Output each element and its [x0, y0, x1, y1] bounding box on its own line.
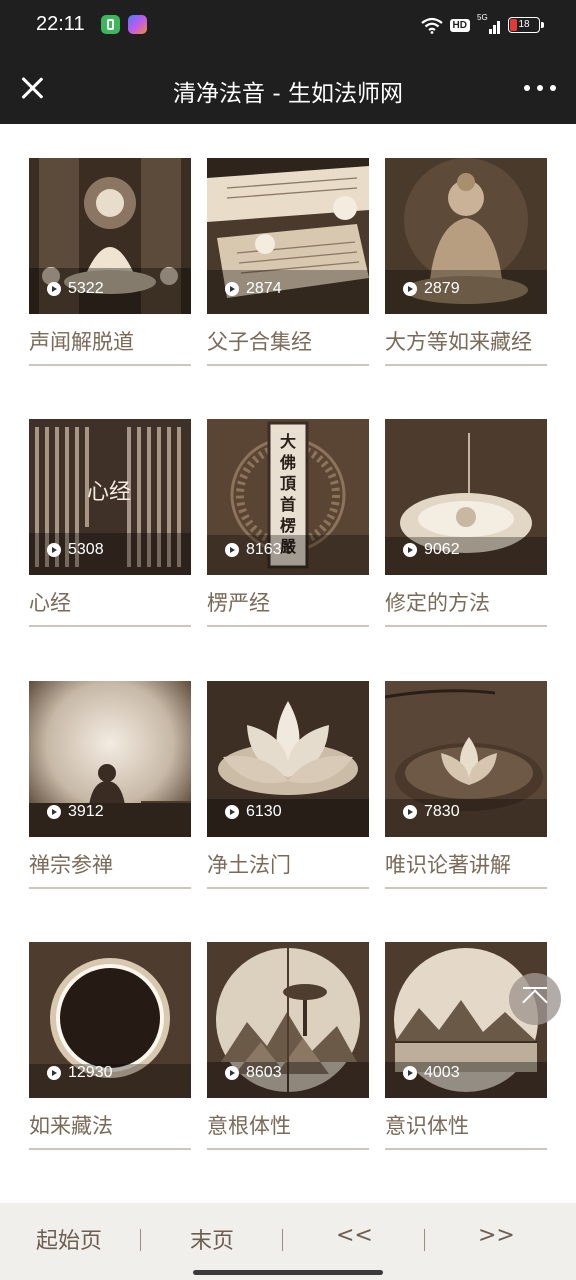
play-count: 6130: [225, 803, 282, 821]
play-count: 8163: [225, 541, 282, 559]
play-icon: [225, 282, 239, 296]
battery-icon: 18: [508, 17, 544, 33]
album-card[interactable]: 3912 禅宗参禅: [29, 681, 191, 889]
album-card[interactable]: 4003 意识体性: [385, 942, 547, 1150]
app-notification-icon: [128, 15, 147, 34]
album-title[interactable]: 禅宗参禅: [29, 849, 191, 889]
last-page-link[interactable]: 末页: [190, 1223, 234, 1255]
play-count: 7830: [403, 803, 460, 821]
heart-sutra-label: 心经: [87, 480, 131, 505]
album-thumbnail[interactable]: 2874: [207, 158, 369, 314]
play-count: 3912: [47, 803, 104, 821]
album-title[interactable]: 楞严经: [207, 587, 369, 627]
album-card[interactable]: 大 佛 頂 首 楞 嚴 8163 楞严经: [207, 419, 369, 627]
play-count: 8603: [225, 1064, 282, 1082]
album-thumbnail[interactable]: 9062: [385, 419, 547, 575]
album-title[interactable]: 心经: [29, 587, 191, 627]
play-count: 12930: [47, 1064, 113, 1082]
pagination-bar: 起始页 末页 << >>: [0, 1203, 576, 1280]
play-count: 9062: [403, 541, 460, 559]
signal-type: 5G: [477, 13, 488, 22]
scroll-to-top-button[interactable]: [509, 973, 561, 1025]
previous-page-link[interactable]: <<: [336, 1223, 373, 1248]
album-thumbnail[interactable]: 6130: [207, 681, 369, 837]
album-card[interactable]: 12930 如来藏法: [29, 942, 191, 1150]
album-title[interactable]: 净土法门: [207, 849, 369, 889]
album-card[interactable]: 6130 净土法门: [207, 681, 369, 889]
play-count: 5308: [47, 541, 104, 559]
album-card[interactable]: 2879 大方等如来藏经: [385, 158, 547, 366]
album-thumbnail[interactable]: 5322: [29, 158, 191, 314]
album-title[interactable]: 声闻解脱道: [29, 326, 191, 366]
play-icon: [47, 282, 61, 296]
status-time: 22:11: [36, 13, 85, 35]
album-thumbnail[interactable]: 大 佛 頂 首 楞 嚴 8163: [207, 419, 369, 575]
album-card[interactable]: 心经 5308 心经: [29, 419, 191, 627]
album-thumbnail[interactable]: 2879: [385, 158, 547, 314]
play-icon: [403, 282, 417, 296]
status-bar: 22:11 HD 5G 18: [0, 0, 576, 52]
play-count: 2874: [225, 280, 282, 298]
surangama-title-char: 首: [280, 495, 296, 514]
title-bar: 清净法音 - 生如法师网: [0, 52, 576, 124]
album-card[interactable]: 7830 唯识论著讲解: [385, 681, 547, 889]
home-indicator[interactable]: [193, 1270, 383, 1275]
album-thumbnail[interactable]: 7830: [385, 681, 547, 837]
play-icon: [403, 543, 417, 557]
album-title[interactable]: 意识体性: [385, 1110, 547, 1150]
play-icon: [403, 1066, 417, 1080]
play-icon: [47, 1066, 61, 1080]
surangama-title-char: 頂: [280, 474, 297, 493]
play-icon: [225, 543, 239, 557]
album-thumbnail[interactable]: 3912: [29, 681, 191, 837]
album-thumbnail[interactable]: 8603: [207, 942, 369, 1098]
next-page-link[interactable]: >>: [478, 1223, 515, 1248]
surangama-title-char: 佛: [279, 453, 296, 472]
status-indicators: HD 5G 18: [420, 13, 544, 36]
album-title[interactable]: 唯识论著讲解: [385, 849, 547, 889]
album-card[interactable]: 2874 父子合集经: [207, 158, 369, 366]
battery-app-icon: [101, 15, 120, 34]
pager-divider: [140, 1229, 141, 1251]
signal-icon: 5G: [477, 13, 501, 34]
play-icon: [225, 805, 239, 819]
album-card[interactable]: 8603 意根体性: [207, 942, 369, 1150]
battery-level: 18: [518, 19, 530, 30]
album-card[interactable]: 9062 修定的方法: [385, 419, 547, 627]
play-count: 5322: [47, 280, 104, 298]
album-thumbnail[interactable]: 心经 5308: [29, 419, 191, 575]
play-icon: [47, 805, 61, 819]
pager-divider: [424, 1229, 425, 1251]
album-title[interactable]: 修定的方法: [385, 587, 547, 627]
album-title[interactable]: 意根体性: [207, 1110, 369, 1150]
album-card[interactable]: 5322 声闻解脱道: [29, 158, 191, 366]
album-thumbnail[interactable]: 12930: [29, 942, 191, 1098]
play-icon: [47, 543, 61, 557]
play-count: 2879: [403, 280, 460, 298]
album-title[interactable]: 如来藏法: [29, 1110, 191, 1150]
first-page-link[interactable]: 起始页: [36, 1223, 102, 1255]
wifi-icon: [420, 17, 443, 34]
play-count: 4003: [403, 1064, 460, 1082]
surangama-title-char: 楞: [280, 516, 296, 535]
hd-badge: HD: [449, 18, 470, 32]
album-title[interactable]: 父子合集经: [207, 326, 369, 366]
play-icon: [225, 1066, 239, 1080]
surangama-title-char: 大: [280, 432, 296, 451]
pager-divider: [282, 1229, 283, 1251]
album-title[interactable]: 大方等如来藏经: [385, 326, 547, 366]
more-options-button[interactable]: [524, 76, 556, 100]
page-title: 清净法音 - 生如法师网: [173, 81, 403, 107]
play-icon: [403, 805, 417, 819]
